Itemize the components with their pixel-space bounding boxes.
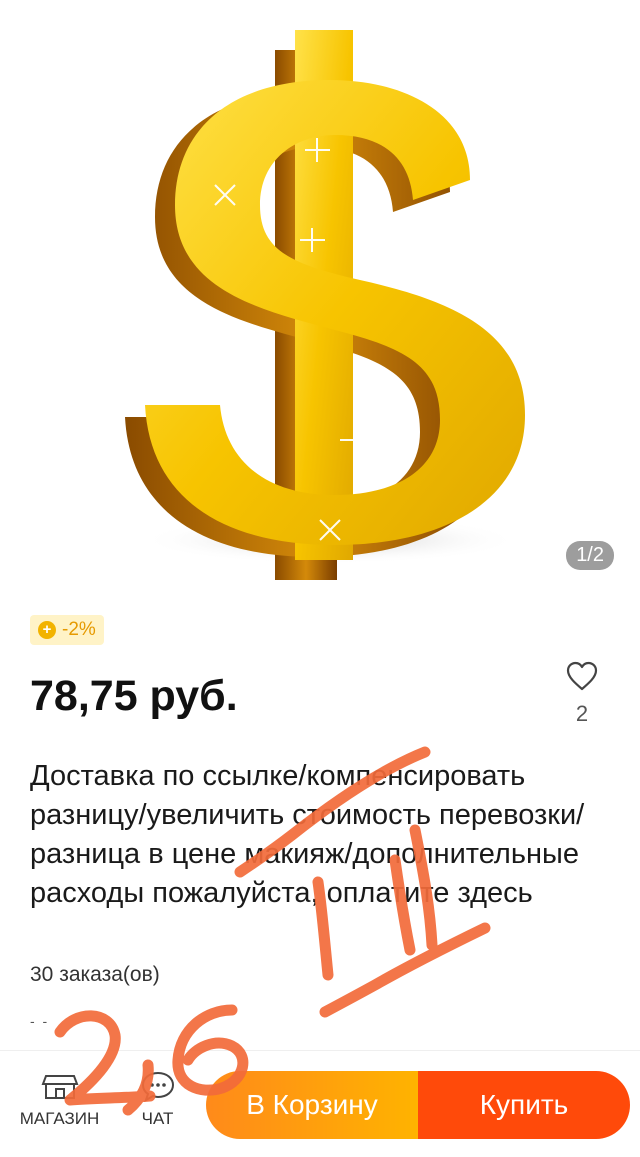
- more-indicator: - -: [30, 1013, 50, 1029]
- chat-icon: [141, 1071, 174, 1103]
- product-page: 1/2 + -2% 78,75 руб. 2 Доставка по ссылк…: [0, 0, 640, 1157]
- product-title: Доставка по ссылке/компенсировать разниц…: [30, 760, 585, 909]
- bottom-action-bar: МАГАЗИН ЧАТ В Корзину Купить: [0, 1052, 640, 1157]
- product-price: 78,75 руб.: [30, 672, 238, 720]
- discount-label: -2%: [62, 619, 96, 640]
- coin-icon: +: [38, 621, 56, 639]
- dollar-sign-image: [125, 30, 525, 580]
- shop-tab[interactable]: МАГАЗИН: [12, 1070, 107, 1129]
- product-image[interactable]: 1/2: [0, 0, 640, 590]
- discount-badge: + -2%: [30, 615, 104, 645]
- add-to-cart-button[interactable]: В Корзину: [206, 1071, 418, 1139]
- orders-count: 30 заказа(ов): [30, 963, 160, 986]
- buy-now-button[interactable]: Купить: [418, 1071, 630, 1139]
- image-pager: 1/2: [566, 541, 614, 570]
- wishlist-count: 2: [575, 701, 589, 726]
- chat-tab[interactable]: ЧАТ: [130, 1070, 185, 1129]
- heart-icon: [566, 661, 598, 691]
- wishlist-button[interactable]: 2: [562, 660, 602, 727]
- shop-label: МАГАЗИН: [19, 1109, 100, 1128]
- chat-label: ЧАТ: [141, 1109, 174, 1128]
- divider: [0, 1050, 640, 1051]
- shop-icon: [41, 1075, 78, 1099]
